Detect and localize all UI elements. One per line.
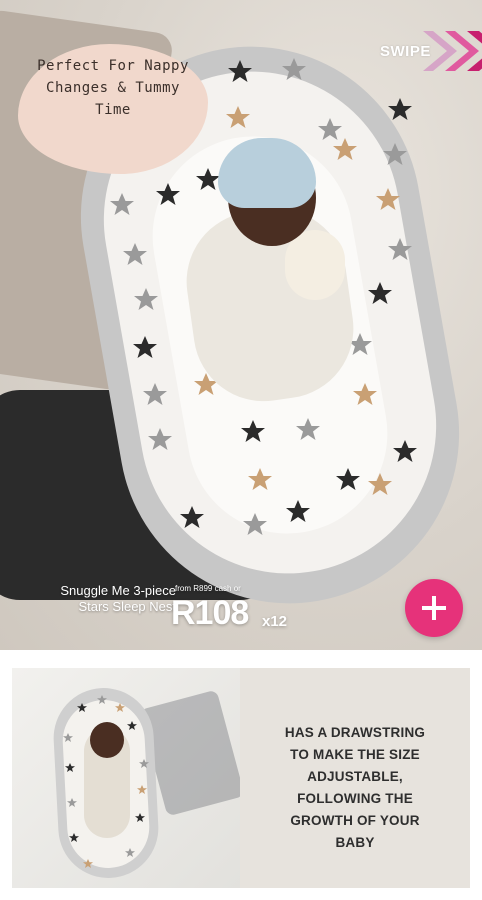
- swipe-label: SWIPE: [380, 42, 431, 60]
- product-name-line1: Snuggle Me 3-piece: [60, 583, 176, 598]
- description-text: HAS A DRAWSTRING TO MAKE THE SIZE ADJUST…: [260, 722, 450, 854]
- baby-hat: [218, 138, 316, 208]
- feature-callout-text: Perfect for nappy changes & tummy time: [37, 58, 189, 118]
- detail-product-image: [12, 668, 240, 888]
- description-line: BABY: [335, 835, 375, 850]
- price: R108: [171, 594, 249, 632]
- product-name: Snuggle Me 3-piece Stars Sleep Nest: [28, 583, 176, 615]
- product-name-line2: Stars Sleep Nest: [78, 599, 176, 614]
- price-multiplier: x12: [262, 613, 288, 630]
- description-line: ADJUSTABLE,: [307, 769, 403, 784]
- swipe-indicator[interactable]: SWIPE: [380, 28, 482, 74]
- description-line: GROWTH OF YOUR: [290, 813, 420, 828]
- baby-head-small: [90, 722, 124, 758]
- description-line: TO MAKE THE SIZE: [290, 747, 420, 762]
- add-to-list-button[interactable]: [405, 579, 463, 637]
- price-note: from R899 cash or: [175, 584, 241, 593]
- plush-toy: [285, 230, 345, 300]
- description-line: HAS A DRAWSTRING: [284, 725, 426, 740]
- description-line: FOLLOWING THE: [297, 791, 413, 806]
- plus-icon: [422, 596, 446, 620]
